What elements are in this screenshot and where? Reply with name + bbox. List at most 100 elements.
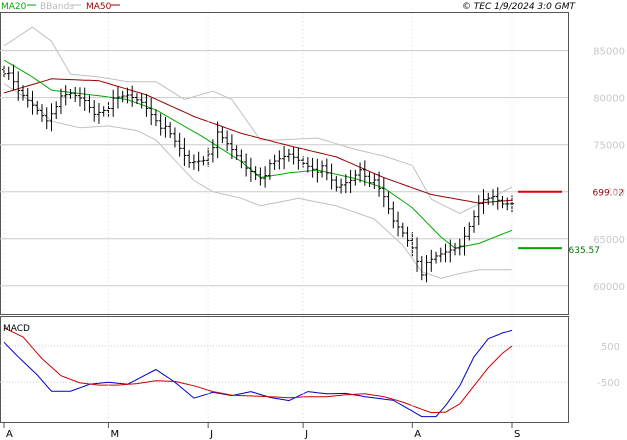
x-tick-label: S: [514, 429, 520, 440]
x-tick-label: J: [304, 429, 308, 440]
x-tick-label: A: [6, 429, 13, 440]
ohlc-bar: [82, 87, 87, 111]
ohlc-bar: [220, 126, 225, 144]
levels-layer: 699.02635.57: [518, 189, 624, 256]
ohlc-bar: [386, 191, 391, 215]
ohlc-bar: [96, 103, 101, 124]
support-label: 635.57: [569, 246, 601, 256]
ohlc-bar: [419, 256, 424, 281]
ohlc-bar: [438, 247, 443, 263]
ohlc-bar: [476, 195, 481, 226]
macd-y-tick-label: -500: [597, 378, 620, 389]
ohlc-bar: [229, 134, 234, 159]
ohlc-bar: [353, 169, 358, 186]
x-tick-label: M: [110, 429, 119, 440]
ohlc-bar: [54, 101, 59, 120]
legend-ma20-label: MA20: [1, 2, 27, 12]
macd-signal-line: [3, 327, 513, 414]
ohlc-bar: [120, 90, 125, 103]
ohlc-bar: [215, 121, 220, 159]
ohlc-bar: [101, 106, 106, 117]
ohlc-bar: [63, 85, 68, 106]
x-tick-label: A: [414, 429, 421, 440]
ohlc-bar: [324, 158, 329, 181]
ohlc-bar: [253, 166, 258, 181]
ohlc-bar: [77, 87, 82, 107]
ohlc-bar: [282, 146, 287, 170]
ohlc-bar: [291, 146, 296, 165]
price-y-tick-label: 80000: [593, 94, 625, 105]
ohlc-bar: [6, 66, 11, 80]
ohlc-bar: [35, 100, 40, 115]
macd-panel-label: MACD: [3, 324, 30, 334]
ohlc-bar: [320, 160, 325, 178]
ohlc-bar: [434, 251, 439, 264]
price-y-tick-label: 60000: [593, 282, 625, 293]
price-y-tick-label: 75000: [593, 141, 625, 152]
ohlc-bar: [500, 196, 505, 209]
ohlc-bar: [472, 210, 477, 233]
ohlc-bar: [453, 242, 458, 256]
legend: MA20 BBands MA50: [1, 2, 120, 12]
ohlc-bar: [11, 64, 16, 91]
ohlc-bar: [168, 122, 173, 139]
ohlc-bar: [286, 148, 291, 162]
macd-grid: [0, 345, 568, 383]
price-y-tick-label: 65000: [593, 235, 625, 246]
ohlc-bar: [248, 157, 253, 182]
ohlc-bar: [58, 88, 63, 114]
header-timestamp: © TEC 1/9/2024 3:0 GMT: [462, 2, 577, 12]
ohlc-bar: [381, 177, 386, 208]
ohlc-bar: [267, 159, 272, 180]
ohlc-bar: [443, 243, 448, 263]
ohlc-bar: [334, 175, 339, 192]
macd-line: [3, 329, 513, 418]
ohlc-bar: [272, 154, 277, 170]
ohlc-bar: [49, 103, 54, 132]
bband-lower-line: [3, 83, 512, 279]
ohlc-bar: [481, 189, 486, 214]
ohlc-bar: [396, 211, 401, 237]
ohlc-bar: [424, 255, 429, 283]
ohlc-bar: [277, 150, 282, 170]
y-tick-labels: 85000 80000 75000 700 65000 60000 500 -500: [593, 47, 625, 390]
ohlc-bar: [30, 90, 35, 115]
ohlc-bar: [139, 93, 144, 109]
ohlc-bar: [92, 100, 97, 122]
ohlc-bar: [225, 130, 230, 152]
ohlc-bar: [163, 116, 168, 138]
ohlc-bar: [2, 65, 6, 78]
ohlc-bar: [196, 151, 201, 172]
ohlc-bar: [329, 163, 334, 190]
ohlc-bar: [348, 169, 353, 194]
ohlc-bar: [410, 232, 415, 257]
ohlc-bar: [462, 226, 467, 256]
ohlc-bar: [505, 197, 510, 211]
price-y-tick-label: 85000: [593, 47, 625, 58]
x-tick-label: J: [209, 429, 213, 440]
ohlc-bar: [239, 149, 244, 169]
ohlc-bar: [495, 187, 500, 210]
x-tick-labels: AMJJAS: [3, 13, 520, 440]
ohlc-bar: [310, 157, 315, 178]
ohlc-bar: [367, 172, 372, 188]
ohlc-bar: [16, 71, 21, 101]
legend-ma50-label: MA50: [86, 2, 112, 12]
ohlc-bar: [73, 86, 78, 102]
bbands-layer: [3, 26, 513, 279]
ohlc-bar: [201, 156, 206, 166]
macd-panel-frame: [0, 316, 569, 423]
macd-y-tick-label: 500: [601, 342, 620, 353]
ohlc-bar: [130, 85, 135, 107]
ohlc-bar: [429, 249, 434, 272]
ohlc-bar: [111, 89, 116, 117]
bband-upper-line: [3, 26, 513, 214]
ohlc-bar: [149, 98, 154, 126]
ohlc-bar: [467, 222, 472, 241]
ohlc-bar: [305, 157, 310, 173]
ohlc-bar: [405, 226, 410, 247]
ohlc-bar: [391, 201, 396, 229]
ohlc-bar: [182, 137, 187, 166]
legend-bbands-label: BBands: [40, 2, 74, 12]
ohlc-bar: [296, 147, 301, 170]
